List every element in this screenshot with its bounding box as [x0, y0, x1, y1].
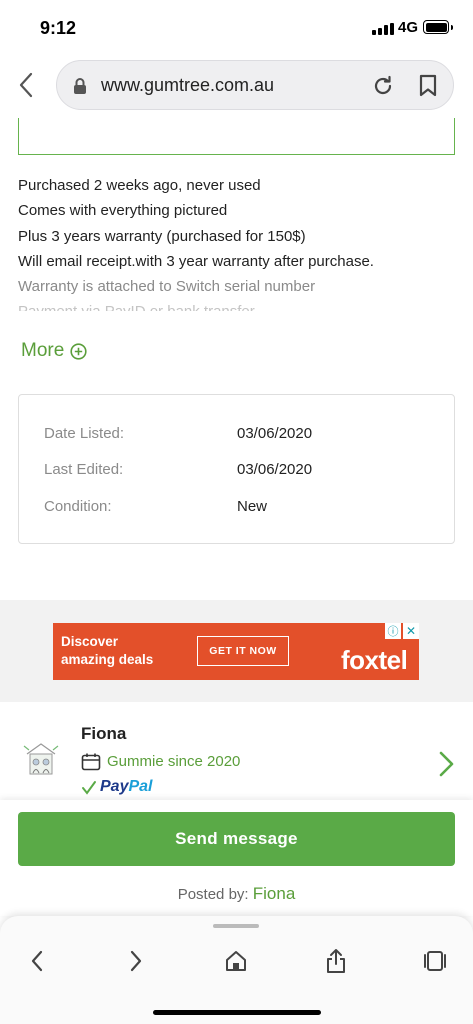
calendar-icon: [81, 753, 101, 771]
posted-by: Posted by: Fiona: [0, 884, 473, 904]
home-icon[interactable]: [221, 946, 251, 976]
network-label: 4G: [398, 19, 419, 36]
back-arrow-icon[interactable]: [22, 946, 52, 976]
bookmark-icon[interactable]: [417, 73, 439, 104]
ad-section: Discover amazing deals GET IT NOW foxtel…: [0, 600, 473, 702]
details-card: Date Listed: 03/06/2020 Last Edited: 03/…: [18, 394, 455, 544]
signal-icon: [372, 23, 394, 35]
detail-value: 03/06/2020: [237, 461, 313, 478]
contact-area: Send message Posted by: Fiona: [0, 800, 473, 916]
check-icon: [82, 780, 96, 795]
tabs-icon[interactable]: [420, 946, 450, 976]
ad-line: Discover: [61, 634, 119, 649]
reload-icon[interactable]: [371, 74, 395, 103]
description-line: Payment via PayID or bank transfer: [18, 299, 458, 311]
drag-handle[interactable]: [213, 924, 259, 928]
share-icon[interactable]: [321, 946, 351, 976]
posted-by-label: Posted by:: [177, 886, 249, 903]
detail-label: Condition:: [44, 498, 112, 515]
member-since: Gummie since 2020: [81, 752, 240, 771]
ad-cta-button[interactable]: GET IT NOW: [197, 636, 289, 666]
seller-name[interactable]: Fiona: [81, 724, 126, 744]
description-line: Warranty is attached to Switch serial nu…: [18, 278, 316, 296]
browser-bottom-toolbar: [0, 916, 473, 1024]
home-indicator: [153, 1010, 321, 1015]
paypal-logo: PayPal: [100, 778, 153, 795]
image-frame: [18, 118, 455, 155]
seller-section[interactable]: Fiona Gummie since 2020 PayPal: [0, 702, 473, 800]
lock-icon: [73, 77, 87, 100]
description-line: Purchased 2 weeks ago, never used: [18, 177, 261, 194]
detail-label: Date Listed:: [44, 425, 125, 442]
detail-value: 03/06/2020: [237, 425, 313, 442]
battery-icon: [423, 20, 453, 34]
url-text: www.gumtree.com.au: [101, 75, 275, 95]
forward-arrow-icon[interactable]: [121, 946, 151, 976]
detail-value: New: [237, 498, 268, 515]
ad-close-icon[interactable]: ✕: [403, 623, 419, 639]
more-link[interactable]: More: [21, 340, 87, 362]
description-line: Will email receipt.with 3 year warranty …: [18, 252, 374, 270]
ad-brand-logo: foxtel: [341, 645, 408, 675]
description-line: Comes with everything pictured: [18, 202, 228, 220]
detail-label: Last Edited:: [44, 461, 124, 478]
back-icon[interactable]: [14, 70, 40, 100]
status-bar: 9:12 4G: [0, 0, 473, 52]
address-bar[interactable]: www.gumtree.com.au: [56, 60, 454, 110]
ad-line: amazing deals: [61, 652, 154, 667]
paypal-verified: PayPal: [81, 778, 152, 796]
plus-circle-icon: [70, 342, 87, 360]
banner-ad[interactable]: Discover amazing deals GET IT NOW foxtel…: [53, 623, 419, 680]
ad-headline: Discover amazing deals: [61, 633, 153, 669]
more-label: More: [21, 340, 65, 361]
chevron-right-icon[interactable]: [437, 750, 457, 783]
description-line: Plus 3 years warranty (purchased for 150…: [18, 227, 306, 245]
clock: 9:12: [40, 18, 77, 38]
send-message-button[interactable]: Send message: [18, 812, 455, 866]
ad-info-icon[interactable]: ⓘ: [385, 623, 401, 639]
member-since-label: Gummie since 2020: [107, 753, 241, 770]
ad-description: Purchased 2 weeks ago, never used Comes …: [18, 173, 458, 311]
browser-toolbar: www.gumtree.com.au: [0, 52, 473, 118]
avatar: [19, 740, 63, 780]
posted-by-name[interactable]: Fiona: [253, 884, 296, 903]
